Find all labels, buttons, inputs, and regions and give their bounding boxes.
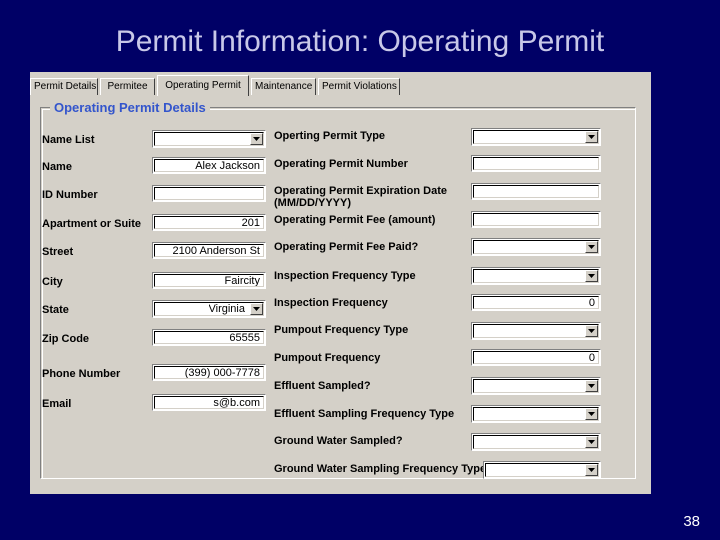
field-inner-bevel <box>154 187 264 200</box>
field-inner-bevel: Virginia <box>154 302 264 316</box>
field-inner-bevel <box>473 324 599 338</box>
label-city: City <box>42 276 63 288</box>
input-operating-permit-fee-amount[interactable] <box>471 211 601 228</box>
label-apartment-or-suite: Apartment or Suite <box>42 218 142 230</box>
input-phone-number[interactable]: (399) 000-7778 <box>152 364 266 381</box>
value-phone-number: (399) 000-7778 <box>184 367 260 378</box>
value-apartment-or-suite: 201 <box>241 217 260 228</box>
field-inner-bevel: (399) 000-7778 <box>154 366 264 379</box>
label-phone-number: Phone Number <box>42 368 121 380</box>
chevron-down-icon[interactable] <box>585 436 598 448</box>
field-inner-bevel <box>154 132 264 146</box>
field-inner-bevel <box>473 213 599 226</box>
field-inner-bevel <box>473 269 599 283</box>
input-pumpout-frequency[interactable]: 0 <box>471 349 601 366</box>
chevron-down-icon[interactable] <box>250 303 263 315</box>
combobox-effluent-sampling-frequency-type[interactable] <box>471 405 601 423</box>
field-inner-bevel <box>473 130 599 144</box>
tab-operating-permit[interactable]: Operating Permit <box>157 75 249 96</box>
input-name[interactable]: Alex Jackson <box>152 157 266 174</box>
combobox-inspection-frequency-type[interactable] <box>471 267 601 285</box>
combobox-pumpout-frequency-type[interactable] <box>471 322 601 340</box>
value-inspection-frequency: 0 <box>588 297 595 308</box>
tab-maintenance[interactable]: Maintenance <box>251 78 316 95</box>
field-inner-bevel: 65555 <box>154 331 264 344</box>
field-inner-bevel <box>473 407 599 421</box>
chevron-down-icon[interactable] <box>585 325 598 337</box>
input-id-number[interactable] <box>152 185 266 202</box>
input-city[interactable]: Faircity <box>152 272 266 289</box>
chevron-down-icon[interactable] <box>585 241 598 253</box>
field-inner-bevel: Faircity <box>154 274 264 287</box>
field-inner-bevel: 201 <box>154 216 264 229</box>
field-inner-bevel: 0 <box>473 351 599 364</box>
tab-permit-violations[interactable]: Permit Violations <box>318 78 400 95</box>
value-state: Virginia <box>208 303 246 315</box>
field-inner-bevel <box>473 240 599 254</box>
slide-page-number: 38 <box>683 513 700 530</box>
label-zip-code: Zip Code <box>42 333 90 345</box>
field-inner-bevel <box>473 185 599 198</box>
chevron-down-icon[interactable] <box>250 133 263 145</box>
value-zip-code: 65555 <box>229 332 260 343</box>
field-inner-bevel: Alex Jackson <box>154 159 264 172</box>
label-name: Name <box>42 161 72 173</box>
field-inner-bevel <box>473 157 599 170</box>
label-street: Street <box>42 246 74 258</box>
value-pumpout-frequency: 0 <box>588 352 595 363</box>
field-inner-bevel: 2100 Anderson St <box>154 244 264 257</box>
label-ground-water-sampling-frequency-type: Ground Water Sampling Frequency Type <box>274 463 487 475</box>
value-city: Faircity <box>224 275 260 286</box>
combobox-operating-permit-fee-paid[interactable] <box>471 238 601 256</box>
tab-strip: Permit Details Permitee Operating Permit Ma… <box>30 75 644 96</box>
combobox-ground-water-sampling-frequency-type[interactable] <box>483 461 601 479</box>
combobox-name-list[interactable] <box>152 130 266 148</box>
field-inner-bevel: s@b.com <box>154 396 264 409</box>
input-zip-code[interactable]: 65555 <box>152 329 266 346</box>
input-inspection-frequency[interactable]: 0 <box>471 294 601 311</box>
chevron-down-icon[interactable] <box>585 464 598 476</box>
field-inner-bevel <box>485 463 599 477</box>
value-email: s@b.com <box>213 397 260 408</box>
label-id-number: ID Number <box>42 189 98 201</box>
combobox-operting-permit-type[interactable] <box>471 128 601 146</box>
input-email[interactable]: s@b.com <box>152 394 266 411</box>
chevron-down-icon[interactable] <box>585 408 598 420</box>
combobox-effluent-sampled[interactable] <box>471 377 601 395</box>
value-street: 2100 Anderson St <box>172 245 260 256</box>
label-state: State <box>42 304 69 316</box>
field-inner-bevel <box>473 379 599 393</box>
input-apartment-or-suite[interactable]: 201 <box>152 214 266 231</box>
chevron-down-icon[interactable] <box>585 270 598 282</box>
label-name-list: Name List <box>42 134 95 146</box>
chevron-down-icon[interactable] <box>585 131 598 143</box>
page-title: Permit Information: Operating Permit <box>115 25 605 58</box>
label-email: Email <box>42 398 72 410</box>
input-operating-permit-expiration-date-mm-dd-yyyy[interactable] <box>471 183 601 200</box>
application-window: Permit Details Permitee Operating Permit Ma… <box>23 72 651 494</box>
input-street[interactable]: 2100 Anderson St <box>152 242 266 259</box>
field-inner-bevel: 0 <box>473 296 599 309</box>
input-operating-permit-number[interactable] <box>471 155 601 172</box>
combobox-state[interactable]: Virginia <box>152 300 266 318</box>
value-name: Alex Jackson <box>195 160 260 171</box>
tab-permit-details[interactable]: Permit Details <box>30 78 98 95</box>
window-left-edge <box>23 72 30 494</box>
field-inner-bevel <box>473 435 599 449</box>
combobox-ground-water-sampled[interactable] <box>471 433 601 451</box>
tab-permitee[interactable]: Permitee <box>100 78 155 95</box>
chevron-down-icon[interactable] <box>585 380 598 392</box>
groupbox-title: Operating Permit Details <box>50 100 210 115</box>
